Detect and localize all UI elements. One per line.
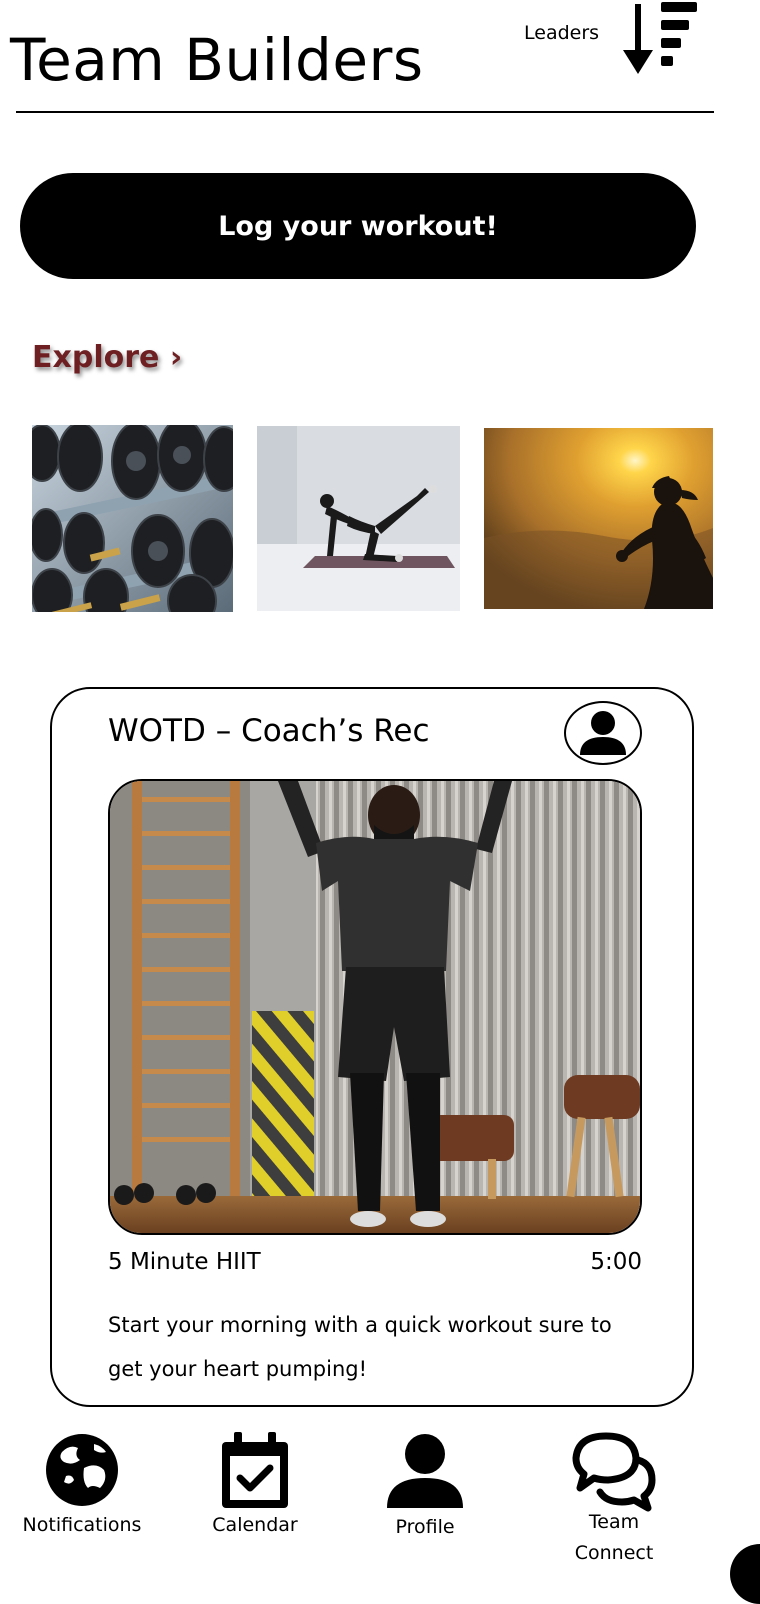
page-title: Team Builders bbox=[10, 26, 424, 94]
workout-photo[interactable] bbox=[108, 779, 642, 1235]
user-icon bbox=[580, 711, 626, 755]
header-divider bbox=[16, 111, 714, 113]
runner-image bbox=[484, 428, 713, 609]
nav-label-profile: Profile bbox=[395, 1516, 455, 1538]
nav-team-connect[interactable]: Team Connect bbox=[558, 1432, 670, 1568]
chat-bubbles-icon bbox=[572, 1432, 656, 1512]
coach-avatar[interactable] bbox=[564, 701, 642, 765]
calendar-check-icon bbox=[222, 1432, 288, 1508]
globe-icon bbox=[46, 1434, 118, 1506]
user-icon bbox=[387, 1434, 463, 1508]
chevron-right-icon: › bbox=[169, 340, 183, 375]
sort-descending-icon bbox=[623, 2, 697, 74]
nav-notifications[interactable]: Notifications bbox=[14, 1432, 150, 1536]
dumbbells-image bbox=[32, 425, 233, 612]
nav-calendar[interactable]: Calendar bbox=[200, 1432, 310, 1536]
athlete-image bbox=[110, 781, 640, 1233]
nav-label-connect: Connect bbox=[574, 1542, 654, 1564]
wotd-title: WOTD – Coach’s Rec bbox=[108, 713, 430, 749]
explore-label: Explore bbox=[32, 340, 160, 375]
workout-name: 5 Minute HIIT bbox=[108, 1249, 261, 1275]
workout-description: Start your morning with a quick workout … bbox=[108, 1313, 612, 1381]
workout-duration: 5:00 bbox=[590, 1249, 642, 1275]
wotd-card[interactable]: WOTD – Coach’s Rec 5 Minute HIIT 5:00 St… bbox=[50, 687, 694, 1407]
explore-thumbnail-dumbbells[interactable] bbox=[32, 425, 233, 612]
corner-decoration bbox=[730, 1544, 760, 1604]
leaders-button[interactable]: Leaders bbox=[515, 0, 705, 80]
explore-link[interactable]: Explore › bbox=[32, 340, 182, 375]
nav-label-team: Team bbox=[588, 1511, 640, 1533]
nav-label-notifications: Notifications bbox=[22, 1514, 142, 1536]
explore-thumbnail-yoga[interactable] bbox=[257, 426, 460, 611]
explore-thumbnail-runner[interactable] bbox=[484, 428, 713, 609]
nav-profile[interactable]: Profile bbox=[370, 1434, 480, 1538]
log-workout-button[interactable]: Log your workout! bbox=[20, 173, 696, 279]
leaders-label: Leaders bbox=[524, 22, 600, 44]
yoga-image bbox=[257, 426, 460, 611]
nav-label-calendar: Calendar bbox=[212, 1514, 298, 1536]
